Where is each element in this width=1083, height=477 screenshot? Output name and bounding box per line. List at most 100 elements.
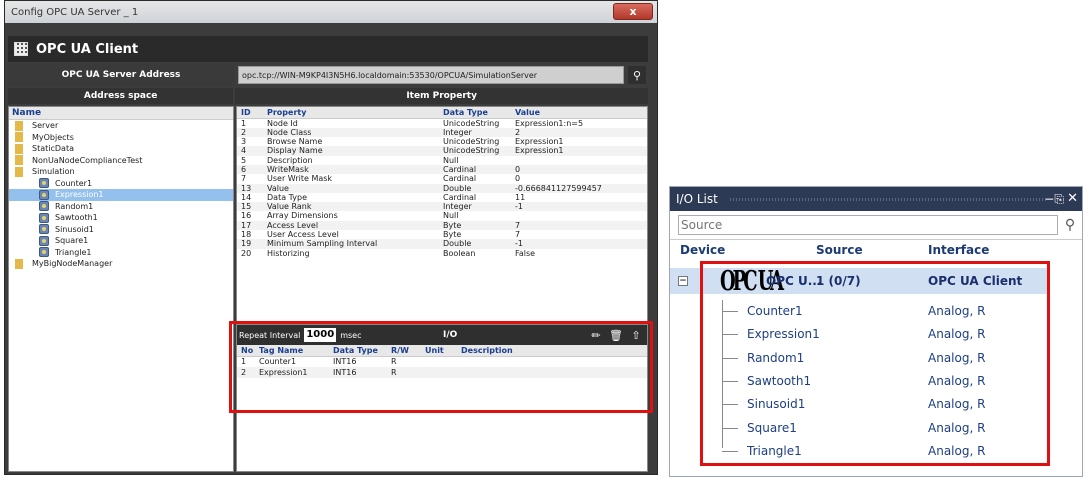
property-row[interactable]: 7 User Write Mask Cardinal 0	[237, 174, 647, 183]
io-cell: Counter1	[259, 357, 297, 367]
repeat-interval-input[interactable]: 1000	[304, 328, 337, 342]
property-cell: 3	[241, 137, 247, 147]
io-cell: INT16	[333, 357, 357, 367]
io-row[interactable]: 2 Expression1 INT16 R	[237, 367, 647, 378]
property-cell: Expression1	[515, 137, 564, 147]
edit-icon[interactable]: ✏	[589, 328, 603, 342]
address-field[interactable]: opc.tcp://WIN-M9KP4I3N5H6.localdomain:53…	[238, 66, 624, 84]
window-titlebar[interactable]: Config OPC UA Server _ 1 x	[5, 1, 657, 23]
property-cell: 4	[237, 146, 263, 156]
tree-node[interactable]: MyObjects	[9, 132, 233, 144]
tree-node[interactable]: Server	[9, 120, 233, 132]
tree-node[interactable]: Simulation	[9, 166, 233, 178]
tree-node[interactable]: Expression1	[9, 189, 233, 201]
tree-node[interactable]: Triangle1	[9, 247, 233, 259]
io-column-header[interactable]: Data Type	[329, 345, 387, 357]
io-column-header[interactable]: No	[237, 345, 255, 357]
property-cell: Double	[439, 183, 511, 193]
source-column-header[interactable]: Source	[816, 243, 863, 257]
property-cell: Boolean	[443, 248, 476, 258]
property-column-header[interactable]: ID	[237, 107, 263, 119]
device-column-header[interactable]: Device	[680, 243, 725, 257]
io-list-item[interactable]: Expression1 Analog, R	[670, 323, 1050, 345]
io-column-header[interactable]: Tag Name	[255, 345, 329, 357]
property-row[interactable]: 20 Historizing Boolean False	[237, 249, 647, 258]
io-item-name: Sawtooth1	[747, 373, 812, 388]
browse-icon[interactable]: ⚲	[628, 66, 646, 84]
grip-dots[interactable]	[730, 198, 1046, 201]
io-list-item[interactable]: Sinusoid1 Analog, R	[670, 393, 1050, 415]
search-icon[interactable]: ⚲	[1060, 215, 1080, 235]
property-cell: Node Class	[263, 127, 439, 138]
property-row[interactable]: 17 Access Level Byte 7	[237, 220, 647, 231]
property-cell: UnicodeString	[439, 146, 511, 156]
property-column-header[interactable]: Value	[511, 107, 647, 119]
close-button[interactable]: x	[613, 3, 653, 20]
io-item-interface: Analog, R	[928, 373, 986, 388]
tree-node-label: MyObjects	[32, 132, 74, 142]
export-icon[interactable]: ⇧	[629, 328, 643, 342]
io-item-name: Counter1	[747, 304, 803, 318]
property-cell: Historizing	[267, 248, 310, 258]
variable-icon	[39, 235, 49, 246]
interface-column-header[interactable]: Interface	[928, 243, 989, 257]
property-cell: Cardinal	[443, 192, 477, 202]
property-cell: 14	[241, 192, 252, 202]
io-table: No Tag Name Data Type R/W Unit Description 1 C…	[237, 345, 647, 378]
io-list-item[interactable]: Counter1 Analog, R	[670, 300, 1050, 322]
io-row[interactable]: 1 Counter1 INT16 R	[237, 356, 647, 367]
io-column-header[interactable]: Description	[457, 345, 647, 357]
property-row[interactable]: 2 Node Class Integer 2	[237, 127, 647, 138]
tree-node[interactable]: Counter1	[9, 178, 233, 190]
property-cell: WriteMask	[263, 164, 439, 175]
source-search-input[interactable]	[678, 215, 1058, 235]
property-row[interactable]: 14 Data Type Cardinal 11	[237, 193, 647, 202]
property-row[interactable]: 1 Node Id UnicodeString Expression1:n=5	[237, 118, 647, 128]
io-list-item[interactable]: Triangle1 Analog, R	[670, 440, 1050, 462]
io-list-item[interactable]: Square1 Analog, R	[670, 417, 1050, 439]
repeat-interval-label: Repeat Interval	[239, 330, 301, 340]
property-cell: -1	[511, 239, 647, 249]
property-row[interactable]: 15 Value Rank Integer -1	[237, 202, 647, 212]
property-cell: UnicodeString	[443, 137, 500, 147]
collapse-icon[interactable]: −	[678, 276, 688, 286]
property-column-header[interactable]: Data Type	[439, 107, 511, 119]
delete-icon[interactable]: 🗑	[609, 328, 623, 342]
property-row[interactable]: 19 Minimum Sampling Interval Double -1	[237, 239, 647, 249]
property-cell: Browse Name	[267, 137, 323, 147]
io-column-header[interactable]: Unit	[421, 345, 457, 357]
source-search-row: ⚲	[670, 211, 1082, 239]
property-cell: -1	[511, 202, 647, 212]
property-cell: Double	[439, 239, 511, 249]
property-cell: 20	[241, 248, 252, 258]
tree-node[interactable]: Random1	[9, 201, 233, 213]
tree-node-label: NonUaNodeComplianceTest	[32, 155, 143, 165]
close-icon[interactable]: ✕	[1067, 191, 1078, 206]
property-row[interactable]: 16 Array Dimensions Null	[237, 211, 647, 220]
property-row[interactable]: 3 Browse Name UnicodeString Expression1	[237, 137, 647, 146]
property-column-header[interactable]: Property	[263, 107, 439, 119]
io-list-item[interactable]: Random1 Analog, R	[670, 347, 1050, 369]
io-list-item[interactable]: Sawtooth1 Analog, R	[670, 370, 1050, 392]
device-row[interactable]: − OPC UA OPC U... 1 (0/7) OPC UA Client	[670, 265, 1050, 297]
client-bar: OPC UA Client	[8, 36, 648, 62]
property-row[interactable]: 13 Value Double -0.666841127599457	[237, 183, 647, 193]
property-row[interactable]: 18 User Access Level Byte 7	[237, 230, 647, 239]
io-cell: 1	[241, 357, 247, 367]
tree-node[interactable]: Sinusoid1	[9, 224, 233, 236]
tree-node[interactable]: StaticData	[9, 143, 233, 155]
pin-icon[interactable]: −⎘	[1044, 192, 1064, 207]
property-row[interactable]: 4 Display Name UnicodeString Expression1	[237, 146, 647, 156]
io-column-header[interactable]: R/W	[387, 345, 421, 357]
io-cell	[457, 367, 647, 378]
property-row[interactable]: 6 WriteMask Cardinal 0	[237, 164, 647, 175]
tree-node[interactable]: Sawtooth1	[9, 212, 233, 224]
property-cell: 5	[241, 155, 247, 165]
tree-node[interactable]: NonUaNodeComplianceTest	[9, 155, 233, 167]
device-source: 1 (0/7)	[816, 274, 861, 288]
property-row[interactable]: 5 Description Null	[237, 156, 647, 165]
tree-node[interactable]: Square1	[9, 235, 233, 247]
tree-node[interactable]: MyBigNodeManager	[9, 258, 233, 270]
io-cell	[457, 356, 647, 367]
client-title: OPC UA Client	[36, 41, 139, 57]
